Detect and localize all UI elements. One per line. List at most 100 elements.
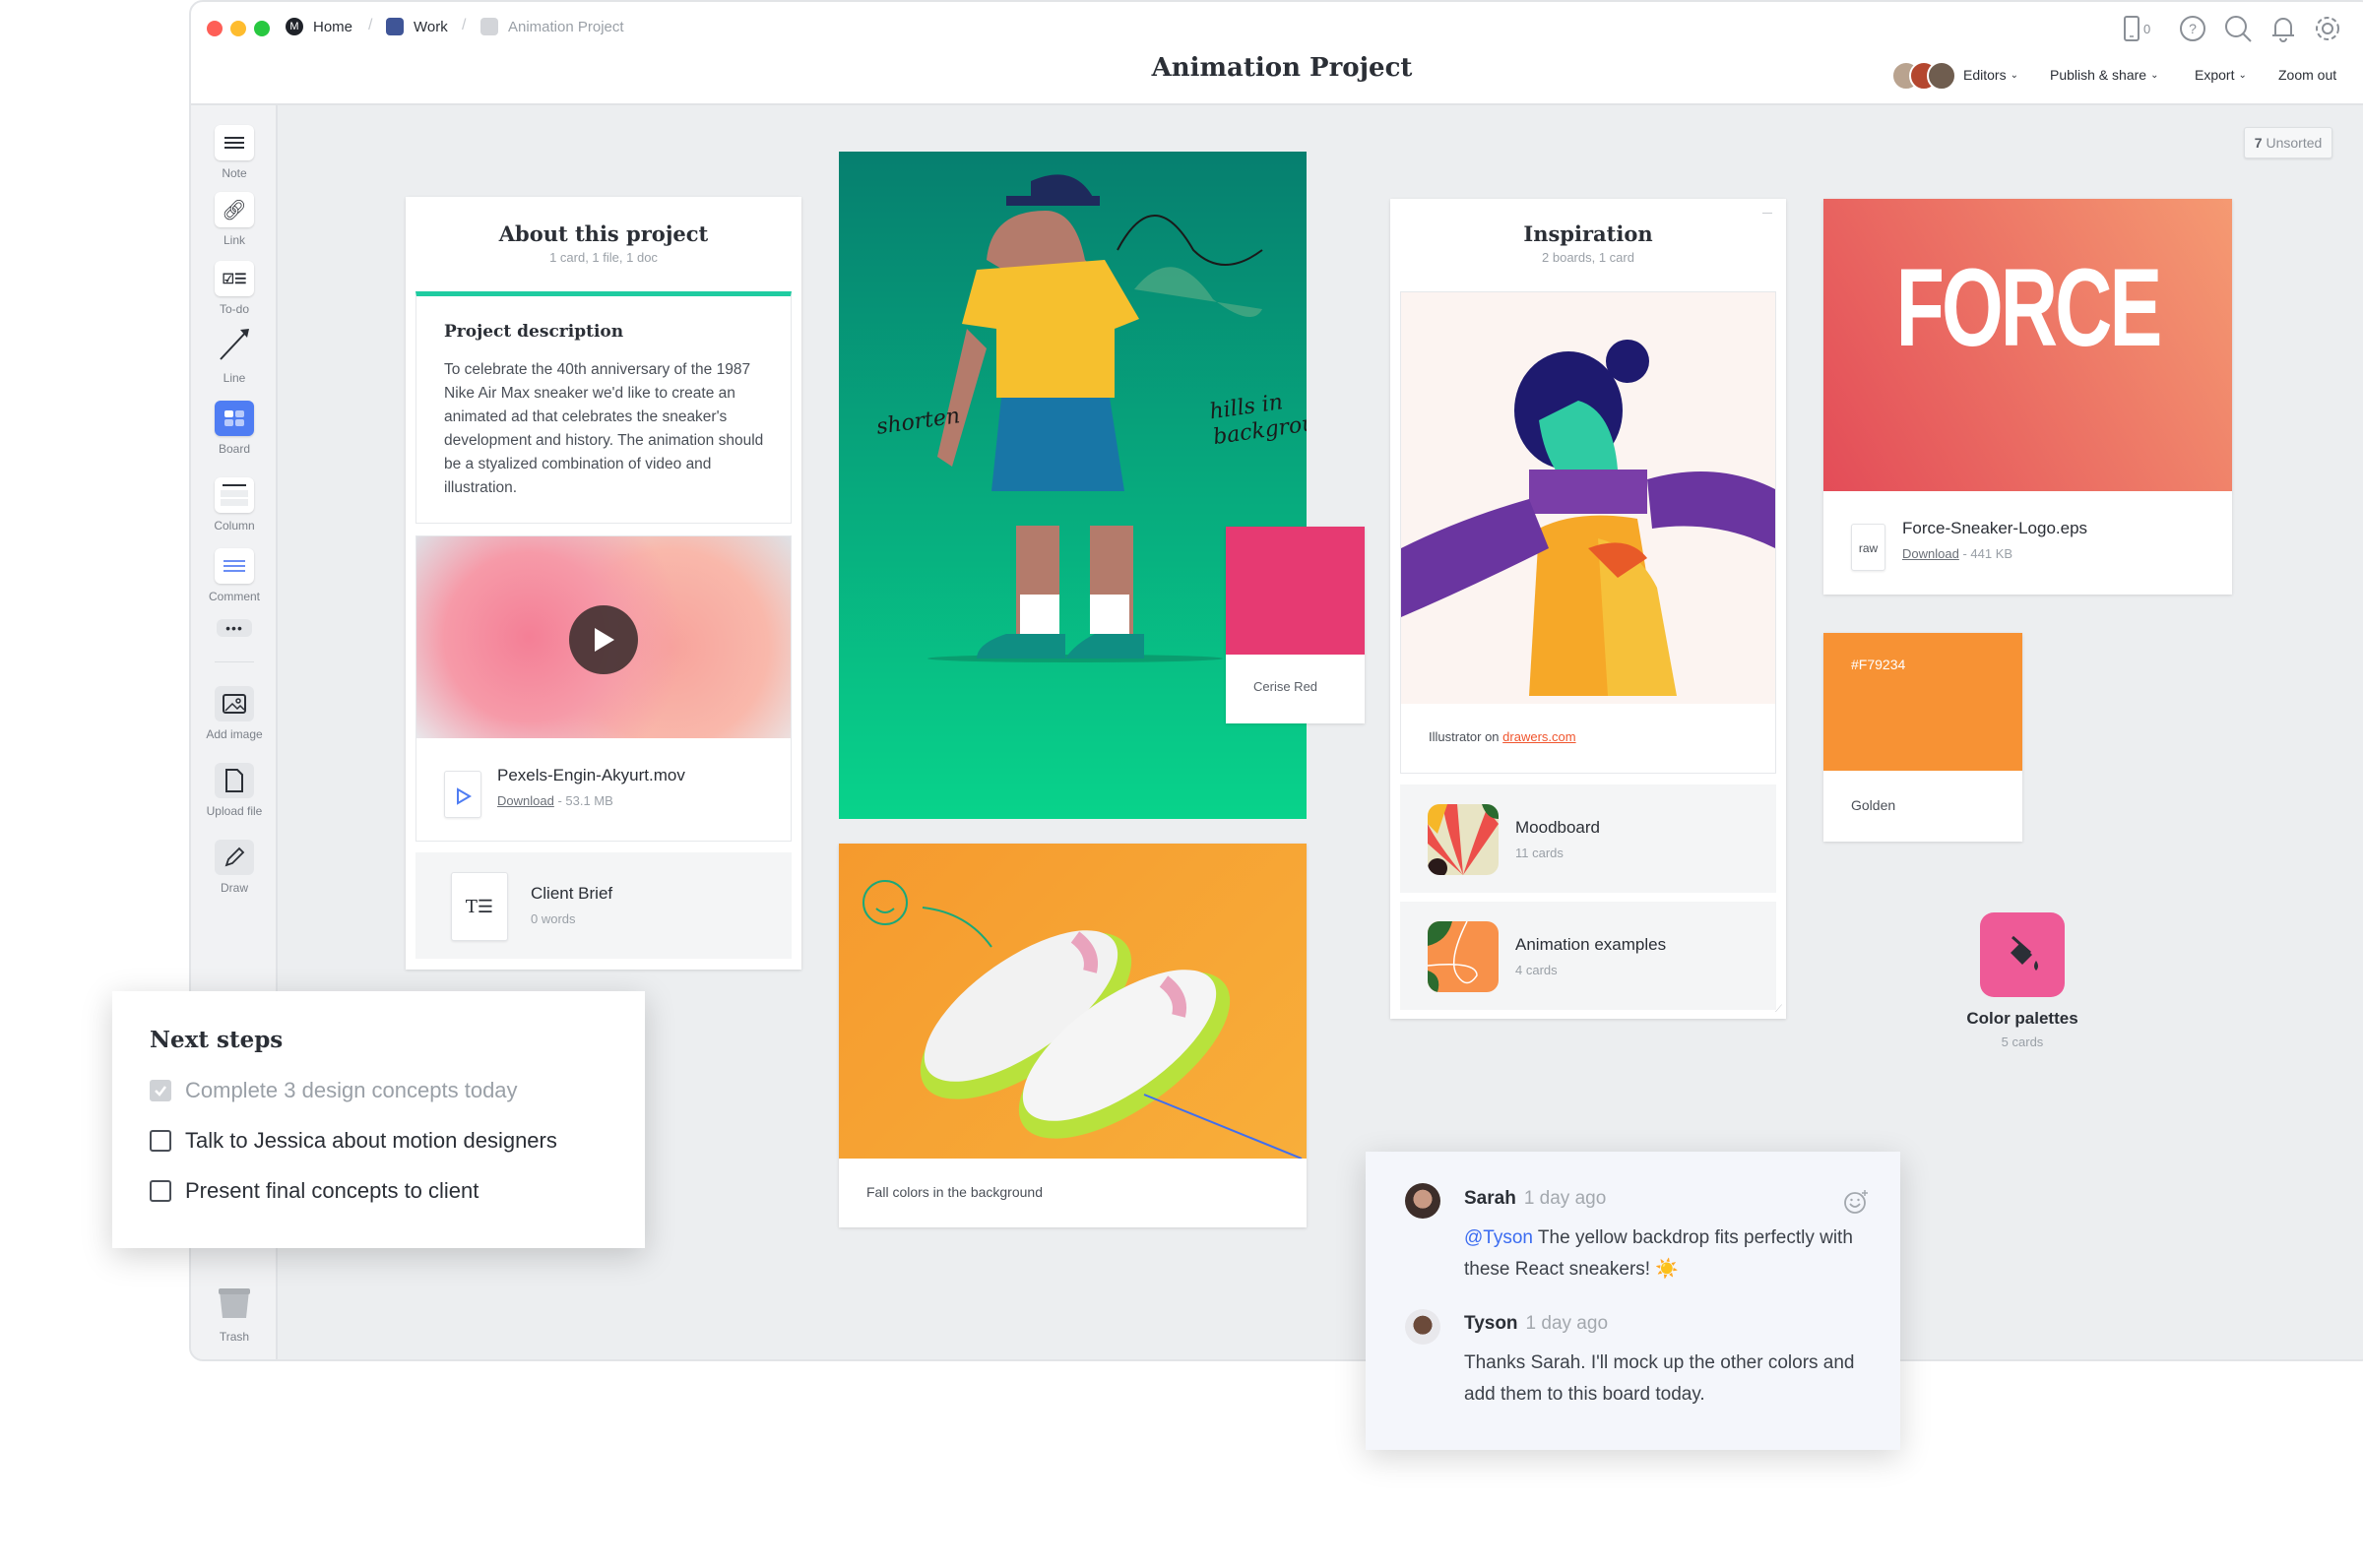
swatch-name: Golden — [1851, 797, 1896, 813]
doc-title: Client Brief — [531, 884, 613, 903]
client-brief-doc[interactable]: T☰ Client Brief 0 words — [415, 852, 792, 959]
drawers-link[interactable]: drawers.com — [1502, 729, 1575, 744]
tool-comment[interactable]: Comment — [191, 548, 278, 603]
search-icon[interactable] — [2223, 14, 2253, 43]
tool-board[interactable]: Board — [191, 401, 278, 456]
minimize-window-button[interactable] — [230, 21, 246, 36]
tool-label: Link — [223, 233, 245, 247]
download-link[interactable]: Download — [1902, 546, 1959, 561]
board-moodboard[interactable]: Moodboard 11 cards — [1400, 784, 1776, 893]
todo-text: Talk to Jessica about motion designers — [185, 1128, 557, 1153]
animation-examples-thumbnail — [1428, 921, 1499, 992]
todo-item[interactable]: Talk to Jessica about motion designers — [150, 1128, 557, 1154]
comment-thread[interactable]: Sarah 1 day ago @Tyson The yellow backdro… — [1366, 1152, 1900, 1450]
tool-more[interactable]: ••• — [191, 619, 278, 637]
zoom-out-button[interactable]: Zoom out — [2278, 67, 2336, 83]
file-name: Force-Sneaker-Logo.eps — [1902, 519, 2088, 537]
about-project-column[interactable]: About this project 1 card, 1 file, 1 doc… — [406, 197, 801, 970]
sneakers-photo — [862, 880, 1303, 1159]
board-animation-examples[interactable]: Animation examples 4 cards — [1400, 902, 1776, 1010]
help-icon[interactable]: ? — [2178, 14, 2207, 43]
collapse-icon[interactable] — [1762, 213, 1772, 214]
resize-handle[interactable]: ⟋ — [1775, 1004, 1782, 1015]
chevron-down-icon: ⌄ — [2150, 69, 2159, 81]
color-swatch-golden[interactable]: #F79234 Golden — [1823, 633, 2022, 842]
avatar-sarah — [1405, 1183, 1440, 1219]
gear-icon[interactable] — [2313, 14, 2342, 43]
board-name: Animation examples — [1515, 935, 1667, 954]
video-thumbnail — [416, 536, 791, 738]
color-swatch-cerise[interactable]: Cerise Red — [1226, 527, 1365, 723]
next-steps-todo-card[interactable]: Next steps Complete 3 design concepts to… — [112, 991, 645, 1248]
tool-column[interactable]: Column — [191, 477, 278, 533]
column-subtitle: 2 boards, 1 card — [1542, 250, 1634, 265]
titlebar: M Home / Work / Animation Project Animat… — [191, 2, 2363, 105]
milanote-logo-icon: M — [286, 18, 303, 35]
board-name: Moodboard — [1515, 818, 1601, 837]
mobile-devices-button[interactable]: 0 — [2124, 14, 2153, 43]
avatar-tyson — [1405, 1309, 1440, 1345]
comment-body: Thanks Sarah. I'll mock up the other col… — [1464, 1352, 1855, 1405]
mention-link[interactable]: @Tyson — [1464, 1227, 1533, 1248]
tool-line[interactable]: Line — [191, 324, 278, 385]
tool-todo[interactable]: ☑☰ To-do — [191, 261, 278, 316]
todo-item[interactable]: Present final concepts to client — [150, 1178, 479, 1204]
svg-text:?: ? — [2189, 21, 2197, 36]
unsorted-label: Unsorted — [2266, 135, 2323, 151]
swatch-color — [1226, 527, 1365, 655]
project-description-note[interactable]: Project description To celebrate the 40t… — [415, 291, 792, 524]
editors-menu[interactable]: Editors ⌄ — [1963, 67, 2018, 83]
tool-link[interactable]: 🔗︎ Link — [191, 192, 278, 247]
illustrator-image-card[interactable]: Illustrator on drawers.com — [1400, 291, 1776, 774]
force-logo-file-card[interactable]: FORCE raw Force-Sneaker-Logo.eps Downloa… — [1823, 199, 2232, 595]
play-button[interactable] — [569, 605, 638, 674]
add-reaction-icon[interactable] — [1843, 1189, 1869, 1215]
page-title: Animation Project — [1151, 53, 1413, 83]
tool-draw[interactable]: Draw — [191, 840, 278, 895]
unsorted-count: 7 — [2254, 135, 2263, 151]
comment-header: Tyson 1 day ago — [1464, 1313, 1608, 1335]
file-meta: Download - 53.1 MB — [497, 793, 613, 808]
board-card-count: 4 cards — [1515, 963, 1558, 977]
download-link[interactable]: Download — [497, 793, 554, 808]
column-icon — [215, 477, 254, 513]
tool-add-image[interactable]: Add image — [191, 686, 278, 741]
tool-label: Draw — [220, 881, 248, 895]
todo-title: Next steps — [150, 1027, 284, 1053]
export-menu[interactable]: Export ⌄ — [2195, 67, 2247, 83]
tool-note[interactable]: Note — [191, 125, 278, 180]
file-size: 441 KB — [1970, 546, 2013, 561]
bell-icon[interactable] — [2268, 14, 2298, 43]
pencil-icon — [215, 840, 254, 875]
breadcrumb-work[interactable]: Work — [386, 18, 448, 35]
comment-header: Sarah 1 day ago — [1464, 1188, 1606, 1210]
comment-time: 1 day ago — [1523, 1188, 1607, 1209]
board-color-palettes[interactable]: Color palettes 5 cards — [1953, 912, 2091, 1049]
breadcrumb-home[interactable]: M Home — [286, 18, 352, 35]
tool-label: To-do — [219, 302, 250, 316]
caption-prefix: Illustrator on — [1429, 729, 1500, 744]
inspiration-column[interactable]: Inspiration 2 boards, 1 card Illustrator… — [1390, 199, 1786, 1019]
checkbox[interactable] — [150, 1130, 171, 1152]
breadcrumb-label: Home — [313, 18, 353, 35]
checkbox[interactable] — [150, 1180, 171, 1202]
sneakers-image-card[interactable]: Fall colors in the background — [839, 844, 1307, 1227]
breadcrumb-animation-project[interactable]: Animation Project — [480, 18, 624, 35]
tool-upload-file[interactable]: Upload file — [191, 763, 278, 818]
publish-share-menu[interactable]: Publish & share ⌄ — [2050, 67, 2158, 83]
board-name: Color palettes — [1966, 1009, 2078, 1028]
video-file-card[interactable]: Pexels-Engin-Akyurt.mov Download - 53.1 … — [415, 535, 792, 842]
unsorted-button[interactable]: 7 Unsorted — [2244, 127, 2332, 158]
comment-icon — [215, 548, 254, 584]
trash-button[interactable]: Trash — [191, 1286, 278, 1344]
checkbox-checked[interactable] — [150, 1080, 171, 1101]
tool-label: Upload file — [206, 804, 263, 818]
file-name: Pexels-Engin-Akyurt.mov — [497, 766, 685, 784]
maximize-window-button[interactable] — [254, 21, 270, 36]
swatch-hex: #F79234 — [1851, 657, 1906, 672]
device-count: 0 — [2143, 21, 2151, 36]
comment-time: 1 day ago — [1525, 1313, 1609, 1334]
close-window-button[interactable] — [207, 21, 223, 36]
todo-item[interactable]: Complete 3 design concepts today — [150, 1078, 518, 1103]
paint-bucket-icon — [1980, 912, 2065, 997]
